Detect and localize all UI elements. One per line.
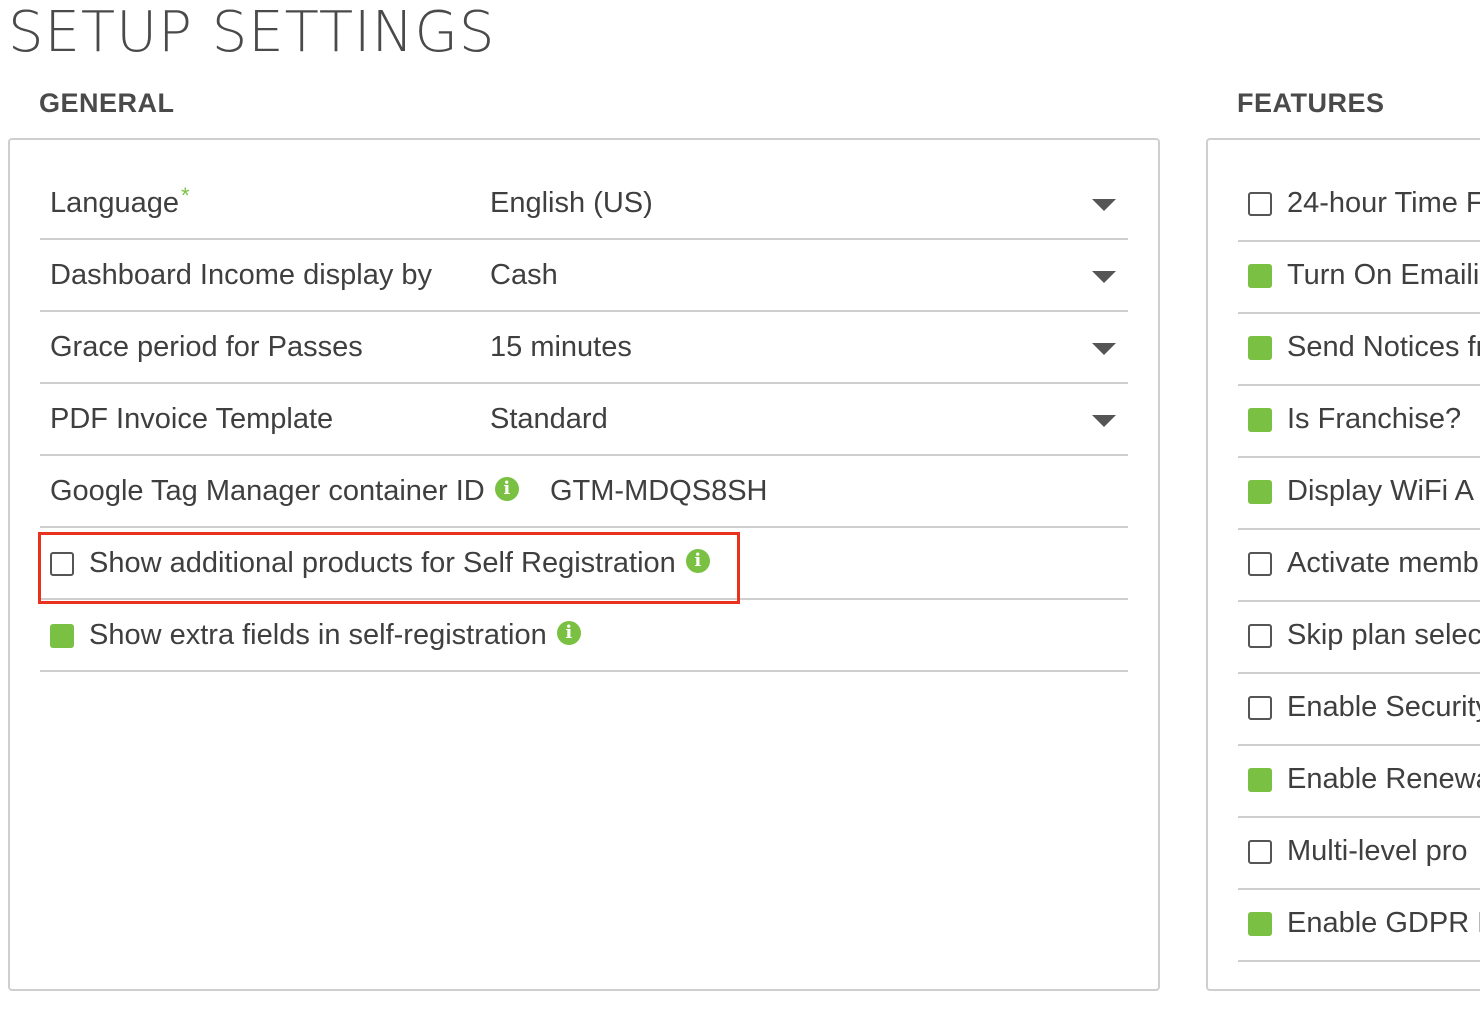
feature-row: Display WiFi A [1238, 458, 1480, 530]
extra-fields-label: Show extra fields in self-registration i [89, 619, 581, 652]
feature-checkbox[interactable] [1248, 408, 1272, 432]
pdf-invoice-row: PDF Invoice Template Standard [40, 386, 1128, 456]
feature-checkbox[interactable] [1248, 768, 1272, 792]
extra-fields-label-text: Show extra fields in self-registration [89, 619, 547, 651]
feature-row: Send Notices fr [1238, 314, 1480, 386]
pdf-invoice-label: PDF Invoice Template [50, 403, 334, 435]
feature-row: Activate memb [1238, 530, 1480, 602]
chevron-down-icon[interactable] [1092, 271, 1116, 283]
grace-period-label: Grace period for Passes [50, 331, 363, 363]
dashboard-income-select[interactable]: Cash [490, 259, 558, 292]
features-panel: 24-hour Time F Turn On Emaili Send Notic… [1206, 138, 1480, 991]
feature-row: Enable Security [1238, 674, 1480, 746]
feature-label: 24-hour Time F [1287, 187, 1480, 219]
dashboard-income-row: Dashboard Income display by Cash [40, 242, 1128, 312]
feature-row: Multi-level pro [1238, 818, 1480, 890]
general-panel: Language* English (US) Dashboard Income … [8, 138, 1160, 991]
feature-label: Turn On Emaili [1287, 259, 1480, 291]
feature-row: Turn On Emaili [1238, 242, 1480, 314]
feature-label: Skip plan selec [1287, 619, 1480, 651]
dashboard-income-label: Dashboard Income display by [50, 259, 433, 291]
feature-label: Multi-level pro [1287, 835, 1468, 867]
additional-products-checkbox[interactable] [50, 552, 74, 576]
language-row: Language* English (US) [40, 170, 1128, 240]
info-icon[interactable]: i [556, 621, 581, 646]
grace-period-select[interactable]: 15 minutes [490, 331, 632, 364]
info-icon[interactable]: i [494, 477, 519, 502]
required-asterisk: * [181, 183, 190, 208]
feature-checkbox[interactable] [1248, 480, 1272, 504]
chevron-down-icon[interactable] [1092, 343, 1116, 355]
additional-products-label: Show additional products for Self Regist… [89, 547, 710, 580]
grace-period-row: Grace period for Passes 15 minutes [40, 314, 1128, 384]
feature-label: Enable Security [1287, 691, 1480, 723]
feature-row: 24-hour Time F [1238, 170, 1480, 242]
language-label: Language* [50, 183, 190, 220]
extra-fields-checkbox[interactable] [50, 624, 74, 648]
features-section-title: FEATURES [1237, 88, 1385, 118]
general-section-title: GENERAL [39, 88, 175, 118]
feature-label: Is Franchise? [1287, 403, 1462, 435]
feature-checkbox[interactable] [1248, 552, 1272, 576]
page-title: SETUP SETTINGS [8, 0, 496, 65]
info-icon[interactable]: i [685, 549, 710, 574]
feature-checkbox[interactable] [1248, 840, 1272, 864]
gtm-label: Google Tag Manager container ID i [50, 475, 519, 508]
feature-checkbox[interactable] [1248, 624, 1272, 648]
feature-checkbox[interactable] [1248, 912, 1272, 936]
language-select[interactable]: English (US) [490, 187, 653, 220]
extra-fields-row: Show extra fields in self-registration i [40, 602, 1128, 672]
language-label-text: Language [50, 187, 180, 219]
gtm-label-text: Google Tag Manager container ID [50, 475, 485, 507]
gtm-container-id-field[interactable]: GTM-MDQS8SH [550, 475, 768, 508]
feature-label: Activate memb [1287, 547, 1479, 579]
chevron-down-icon[interactable] [1092, 199, 1116, 211]
feature-row: Is Franchise? [1238, 386, 1480, 458]
feature-row: Skip plan selec [1238, 602, 1480, 674]
additional-products-label-text: Show additional products for Self Regist… [89, 547, 676, 579]
additional-products-row: Show additional products for Self Regist… [40, 530, 1128, 600]
feature-checkbox[interactable] [1248, 696, 1272, 720]
feature-label: Enable Renewa [1287, 763, 1480, 795]
feature-checkbox[interactable] [1248, 336, 1272, 360]
feature-label: Display WiFi A [1287, 475, 1474, 507]
gtm-row: Google Tag Manager container ID i GTM-MDQ… [40, 458, 1128, 528]
feature-row: Enable Renewa [1238, 746, 1480, 818]
feature-row: Enable GDPR D [1238, 890, 1480, 962]
feature-checkbox[interactable] [1248, 264, 1272, 288]
chevron-down-icon[interactable] [1092, 415, 1116, 427]
feature-label: Enable GDPR D [1287, 907, 1480, 939]
feature-checkbox[interactable] [1248, 192, 1272, 216]
pdf-invoice-select[interactable]: Standard [490, 403, 608, 436]
feature-label: Send Notices fr [1287, 331, 1480, 363]
